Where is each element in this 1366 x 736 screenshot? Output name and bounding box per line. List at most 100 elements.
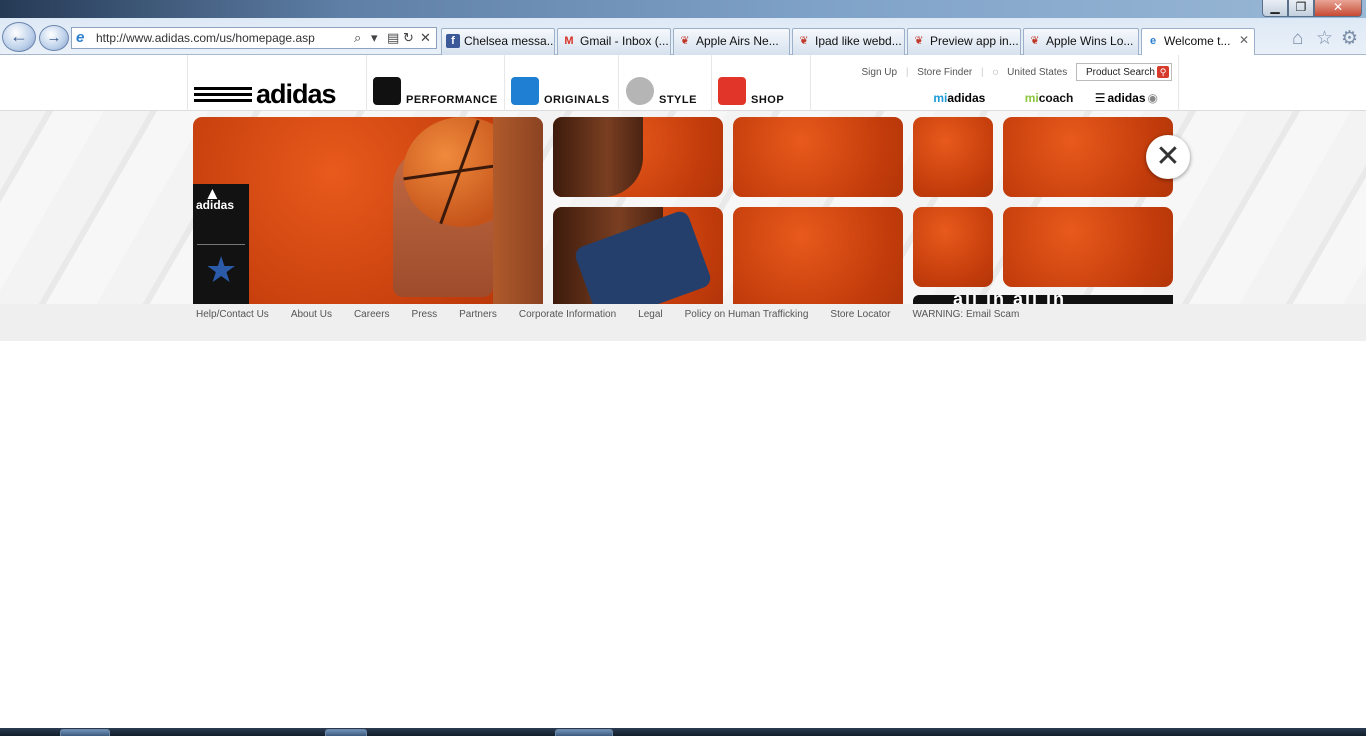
nav-shop-label: SHOP xyxy=(751,94,785,106)
tab-label: Chelsea messa... xyxy=(464,34,555,48)
divider: | xyxy=(981,66,984,78)
footer-link[interactable]: About Us xyxy=(291,309,332,320)
allstar-star-icon: ★ xyxy=(205,249,238,290)
browser-tab[interactable]: ❦ Preview app in... xyxy=(907,28,1021,55)
footer-link[interactable]: Legal xyxy=(638,309,662,320)
nav-style-label: STYLE xyxy=(659,94,697,106)
footer-link[interactable]: Press xyxy=(412,309,438,320)
micoach-prefix: mi xyxy=(1024,91,1039,105)
tab-label: Ipad like webd... xyxy=(815,34,902,48)
hero-tile-orange[interactable] xyxy=(733,207,903,304)
footer-link[interactable]: Corporate Information xyxy=(519,309,616,320)
utility-links: Sign Up | Store Finder | ◌ United States… xyxy=(855,63,1172,81)
adidas-logo[interactable]: adidas xyxy=(194,79,354,109)
player-graphic xyxy=(553,117,643,197)
player-graphic xyxy=(493,117,543,304)
taskbar-button[interactable] xyxy=(555,729,613,736)
browser-tab[interactable]: f Chelsea messa... xyxy=(441,28,555,55)
nav-style[interactable]: STYLE xyxy=(626,77,706,107)
compatibility-view-icon[interactable]: ▤ xyxy=(387,30,399,46)
minimize-button[interactable]: ▁ xyxy=(1262,0,1288,17)
hero-tile-basketball[interactable]: ▲ adidas ★ xyxy=(193,117,543,304)
browser-tab[interactable]: M Gmail - Inbox (... xyxy=(557,28,671,55)
apple-icon: ❦ xyxy=(799,35,809,47)
chevron-down-icon[interactable]: ▾ xyxy=(371,30,378,46)
search-icon[interactable]: ⌕ xyxy=(354,30,361,46)
footer-link[interactable]: Help/Contact Us xyxy=(196,309,269,320)
back-button[interactable]: ← xyxy=(2,22,36,52)
hero-tile-player-bottom[interactable] xyxy=(553,207,723,304)
gmail-icon: M xyxy=(564,35,574,47)
refresh-icon[interactable]: ↻ xyxy=(403,30,414,46)
title-bar xyxy=(0,0,1366,18)
divider: | xyxy=(905,66,909,78)
footer-link[interactable]: Partners xyxy=(459,309,497,320)
browser-tab[interactable]: ❦ Apple Airs Ne... xyxy=(673,28,790,55)
hero-tile-orange[interactable] xyxy=(913,207,993,287)
miadidas-link[interactable]: miadidas xyxy=(915,91,985,105)
browser-tab[interactable]: ❦ Ipad like webd... xyxy=(792,28,905,55)
hero-tile-orange[interactable] xyxy=(913,117,993,197)
browser-tab[interactable]: e Welcome t... ✕ xyxy=(1141,28,1255,55)
taskbar xyxy=(0,728,1366,736)
miadidas-prefix: mi xyxy=(933,91,948,105)
favorites-star-icon[interactable]: ☆ xyxy=(1316,29,1333,49)
close-window-button[interactable]: ✕ xyxy=(1314,0,1362,17)
search-icon[interactable]: ⚲ xyxy=(1157,66,1169,78)
hero-tile-player-top[interactable] xyxy=(553,117,723,197)
home-icon[interactable]: ⌂ xyxy=(1292,29,1303,49)
tools-gear-icon[interactable]: ⚙ xyxy=(1341,29,1358,49)
nav-originals[interactable]: ORIGINALS xyxy=(511,77,611,107)
nav-performance[interactable]: PERFORMANCE xyxy=(373,77,503,107)
store-finder-link[interactable]: Store Finder xyxy=(917,67,972,78)
facebook-icon: f xyxy=(446,34,460,48)
country-selector[interactable]: United States xyxy=(1007,67,1067,78)
maximize-button[interactable]: ❐ xyxy=(1288,0,1314,17)
close-overlay-button[interactable]: ✕ xyxy=(1146,135,1190,179)
taskbar-ie-button[interactable] xyxy=(60,729,110,736)
micoach-link[interactable]: micoach xyxy=(1007,91,1074,105)
adidas-tv-link[interactable]: ☰ adidas ◉ xyxy=(1095,91,1158,105)
site-footer: Help/Contact Us About Us Careers Press Partn… xyxy=(0,304,1366,341)
hero-tile-orange[interactable] xyxy=(733,117,903,197)
divider xyxy=(197,244,245,245)
hero-caption-strip: all in all in xyxy=(913,295,1173,304)
footer-link[interactable]: WARNING: Email Scam xyxy=(912,309,1019,320)
stop-icon[interactable]: ✕ xyxy=(420,30,431,46)
divider xyxy=(810,55,811,111)
footer-link[interactable]: Policy on Human Trafficking xyxy=(685,309,809,320)
adidas-tv-label: adidas xyxy=(1107,91,1146,105)
hero-tile-orange[interactable] xyxy=(1003,207,1173,287)
forward-button[interactable]: → xyxy=(39,25,69,51)
brand-links: miadidas micoach ☰ adidas ◉ xyxy=(897,91,1158,105)
nav-originals-label: ORIGINALS xyxy=(544,94,610,106)
globe-icon: ◌ xyxy=(992,66,999,78)
close-tab-icon[interactable]: ✕ xyxy=(1239,33,1249,47)
nav-performance-label: PERFORMANCE xyxy=(406,94,498,106)
style-icon xyxy=(626,77,654,105)
footer-link[interactable]: Store Locator xyxy=(830,309,890,320)
sign-up-link[interactable]: Sign Up xyxy=(861,67,897,78)
nav-shop[interactable]: SHOP xyxy=(718,77,798,107)
footer-link[interactable]: Careers xyxy=(354,309,390,320)
ie-icon: e xyxy=(1149,35,1157,47)
tab-label: Apple Wins Lo... xyxy=(1046,34,1134,48)
search-placeholder: Product Search xyxy=(1086,67,1155,78)
three-stripes-icon xyxy=(194,87,252,105)
divider xyxy=(711,55,712,111)
trefoil-icon xyxy=(511,77,539,105)
tv-icon: ◉ xyxy=(1147,91,1158,105)
url-text[interactable]: http://www.adidas.com/us/homepage.asp xyxy=(96,31,315,45)
performance-icon xyxy=(373,77,401,105)
taskbar-button[interactable] xyxy=(325,729,367,736)
divider xyxy=(618,55,619,111)
address-bar[interactable]: e http://www.adidas.com/us/homepage.asp … xyxy=(71,27,437,49)
tab-label: Welcome t... xyxy=(1164,34,1231,48)
product-search-input[interactable]: Product Search ⚲ xyxy=(1076,63,1172,81)
browser-tab[interactable]: ❦ Apple Wins Lo... xyxy=(1023,28,1139,55)
caption-text: all in all in xyxy=(953,295,1066,304)
apple-icon: ❦ xyxy=(1030,35,1040,47)
hero-banner: ▲ adidas ★ all in all in ✕ xyxy=(0,111,1366,304)
three-stripes-icon: ☰ xyxy=(1094,91,1106,105)
apple-icon: ❦ xyxy=(680,35,690,47)
